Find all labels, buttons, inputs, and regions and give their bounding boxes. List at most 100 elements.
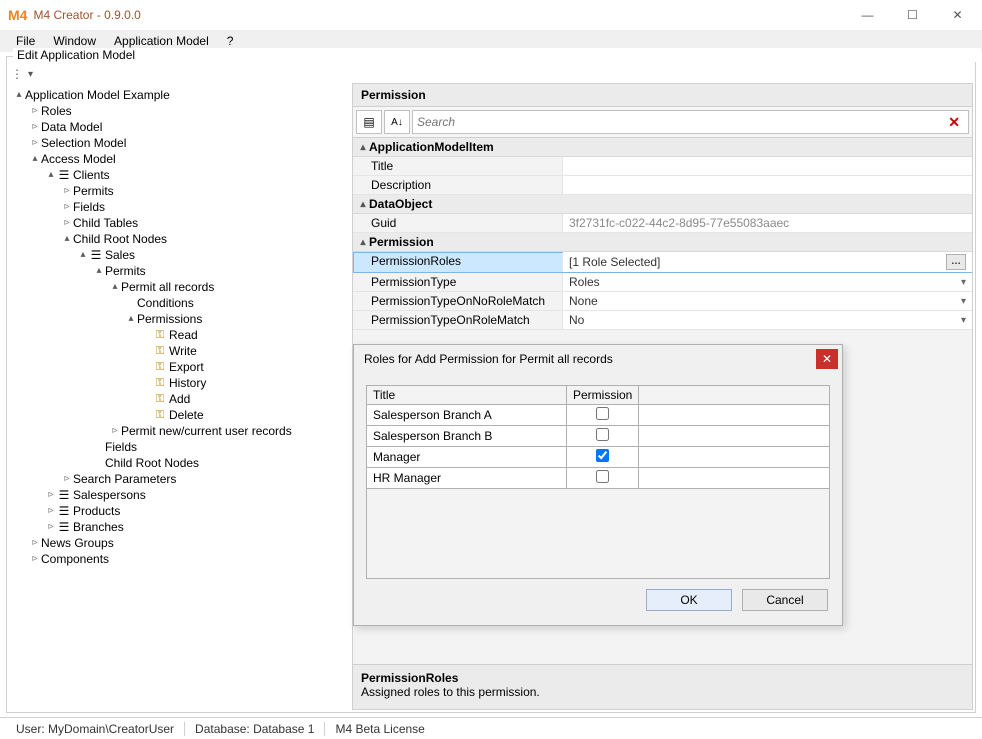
tree-fields-2[interactable]: Fields (93, 439, 352, 455)
cancel-button[interactable]: Cancel (742, 589, 828, 611)
window-title: M4 Creator - 0.9.0.0 (33, 8, 845, 22)
tree-pane: ▴Application Model Example ▹Roles ▹Data … (7, 83, 352, 712)
tree-sales[interactable]: ▴☰Sales (77, 247, 352, 263)
dropdown-icon[interactable]: ▾ (961, 277, 966, 288)
ellipsis-button[interactable]: … (946, 254, 966, 270)
search-input[interactable] (417, 115, 944, 129)
tree-history[interactable]: ⚿History (141, 375, 352, 391)
prop-description[interactable]: Description (353, 176, 972, 195)
alphabetical-button[interactable]: A↓ (384, 110, 410, 134)
toolbar-handle[interactable]: ⋮ (9, 67, 26, 81)
tree-read[interactable]: ⚿Read (141, 327, 352, 343)
categorized-button[interactable]: ▤ (356, 110, 382, 134)
perm-checkbox-1[interactable] (596, 428, 609, 441)
window-controls: — ☐ ✕ (845, 1, 980, 29)
model-tree[interactable]: ▴Application Model Example ▹Roles ▹Data … (13, 87, 352, 567)
tree-selection-model[interactable]: ▹Selection Model (29, 135, 352, 151)
table-row[interactable]: Manager (367, 447, 830, 468)
panel-header: Permission (353, 84, 972, 107)
table-row[interactable]: Salesperson Branch B (367, 426, 830, 447)
col-empty (639, 386, 830, 405)
sort-icon: A↓ (391, 117, 403, 128)
status-bar: User: MyDomain\CreatorUser Database: Dat… (0, 717, 982, 739)
title-bar: M4 M4 Creator - 0.9.0.0 — ☐ ✕ (0, 0, 982, 30)
tree-export[interactable]: ⚿Export (141, 359, 352, 375)
table-icon: ☰ (57, 520, 71, 534)
prop-title[interactable]: Title (353, 157, 972, 176)
maximize-button[interactable]: ☐ (890, 1, 935, 29)
table-icon: ☰ (57, 488, 71, 502)
group-label: Edit Application Model (13, 48, 981, 62)
cat-dataobject[interactable]: ▴DataObject (353, 195, 972, 214)
perm-checkbox-3[interactable] (596, 470, 609, 483)
dropdown-icon[interactable]: ▾ (961, 315, 966, 326)
status-license: M4 Beta License (325, 722, 434, 736)
cat-appmodelitem[interactable]: ▴ApplicationModelItem (353, 138, 972, 157)
prop-permission-roles[interactable]: PermissionRoles [1 Role Selected]… (353, 252, 972, 273)
tree-delete[interactable]: ⚿Delete (141, 407, 352, 423)
prop-permission-type-on-role-match[interactable]: PermissionTypeOnRoleMatchNo▾ (353, 311, 972, 330)
dialog-title-bar[interactable]: Roles for Add Permission for Permit all … (354, 345, 842, 373)
tree-write[interactable]: ⚿Write (141, 343, 352, 359)
tree-child-root-2[interactable]: Child Root Nodes (93, 455, 352, 471)
table-icon: ☰ (57, 504, 71, 518)
tree-news-groups[interactable]: ▹News Groups (29, 535, 352, 551)
toolbar-dropdown[interactable]: ▾ (28, 69, 33, 80)
tree-branches[interactable]: ▹☰Branches (45, 519, 352, 535)
table-row[interactable]: Salesperson Branch A (367, 405, 830, 426)
tree-products[interactable]: ▹☰Products (45, 503, 352, 519)
tree-components[interactable]: ▹Components (29, 551, 352, 567)
tree-permit-new-current[interactable]: ▹Permit new/current user records (109, 423, 352, 439)
tree-child-tables[interactable]: ▹Child Tables (61, 215, 352, 231)
clear-search-icon[interactable]: ✕ (944, 114, 964, 131)
tree-permit-all-records[interactable]: ▴Permit all records (109, 279, 352, 295)
tree-search-parameters[interactable]: ▹Search Parameters (61, 471, 352, 487)
tree-add[interactable]: ⚿Add (141, 391, 352, 407)
help-description: Assigned roles to this permission. (361, 685, 964, 699)
prop-guid[interactable]: Guid3f2731fc-c022-44c2-8d95-77e55083aaec (353, 214, 972, 233)
key-icon: ⚿ (153, 344, 167, 358)
key-icon: ⚿ (153, 376, 167, 390)
prop-permission-type-no-role-match[interactable]: PermissionTypeOnNoRoleMatchNone▾ (353, 292, 972, 311)
perm-checkbox-2[interactable] (596, 449, 609, 462)
key-icon: ⚿ (153, 328, 167, 342)
col-permission[interactable]: Permission (567, 386, 639, 405)
tree-access-model[interactable]: ▴Access Model (29, 151, 352, 167)
table-icon: ☰ (57, 168, 71, 182)
key-icon: ⚿ (153, 392, 167, 406)
dialog-close-button[interactable]: ✕ (816, 349, 838, 369)
tree-data-model[interactable]: ▹Data Model (29, 119, 352, 135)
grid-icon: ▤ (363, 115, 374, 129)
tree-permissions[interactable]: ▴Permissions (125, 311, 352, 327)
dialog-title: Roles for Add Permission for Permit all … (364, 352, 816, 366)
search-box[interactable]: ✕ (412, 110, 969, 134)
tree-permits[interactable]: ▹Permits (61, 183, 352, 199)
close-button[interactable]: ✕ (935, 1, 980, 29)
table-icon: ☰ (89, 248, 103, 262)
table-header-row: Title Permission (367, 386, 830, 405)
tree-conditions[interactable]: Conditions (125, 295, 352, 311)
cat-permission[interactable]: ▴Permission (353, 233, 972, 252)
minimize-button[interactable]: — (845, 1, 890, 29)
prop-permission-type[interactable]: PermissionTypeRoles▾ (353, 273, 972, 292)
ok-button[interactable]: OK (646, 589, 732, 611)
tree-permits-2[interactable]: ▴Permits (93, 263, 352, 279)
table-row[interactable]: HR Manager (367, 468, 830, 489)
dropdown-icon[interactable]: ▾ (961, 296, 966, 307)
tree-child-root-nodes[interactable]: ▴Child Root Nodes (61, 231, 352, 247)
property-toolbar: ▤ A↓ ✕ (353, 107, 972, 138)
tree-salespersons[interactable]: ▹☰Salespersons (45, 487, 352, 503)
toolbar: ⋮ ▾ (7, 65, 975, 83)
tree-roles[interactable]: ▹Roles (29, 103, 352, 119)
perm-checkbox-0[interactable] (596, 407, 609, 420)
tree-fields[interactable]: ▹Fields (61, 199, 352, 215)
key-icon: ⚿ (153, 360, 167, 374)
edit-application-model-group: Edit Application Model ⋮ ▾ ▴Application … (6, 56, 976, 713)
tree-root[interactable]: ▴Application Model Example (13, 87, 352, 103)
col-title[interactable]: Title (367, 386, 567, 405)
tree-clients[interactable]: ▴☰Clients (45, 167, 352, 183)
roles-table: Title Permission Salesperson Branch A Sa… (366, 385, 830, 489)
tree-root-label: Application Model Example (25, 87, 170, 103)
status-database: Database: Database 1 (185, 722, 325, 736)
table-empty-area (366, 489, 830, 579)
